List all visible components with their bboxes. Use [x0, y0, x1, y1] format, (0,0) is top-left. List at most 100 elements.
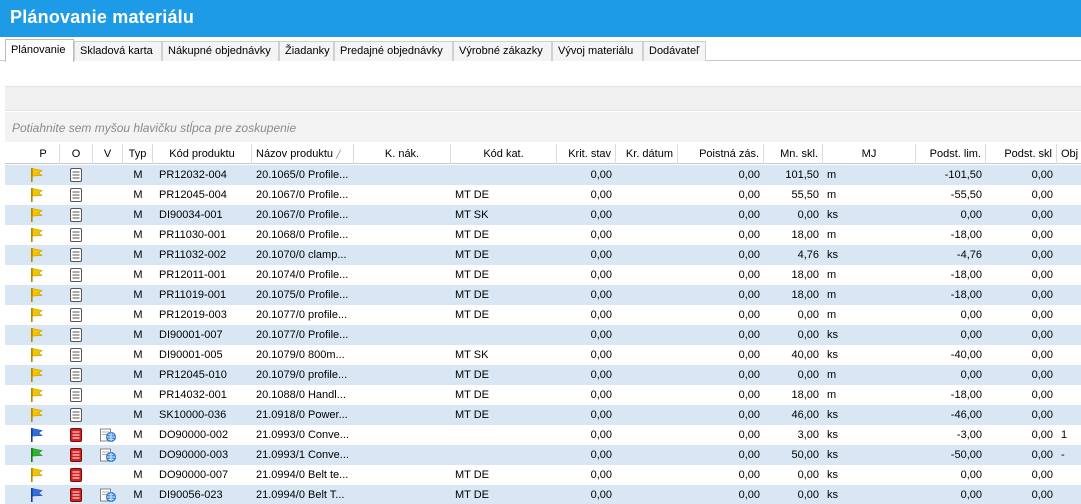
table-row[interactable]: M DO90000-003 21.0993/1 Conve... 0,00 0,00 50…: [5, 445, 1081, 465]
document-icon[interactable]: [68, 247, 84, 265]
red-document-icon[interactable]: [68, 447, 84, 465]
cell-o[interactable]: [60, 265, 93, 285]
table-row[interactable]: M PR11032-002 20.1070/0 clamp... MT DE 0,00 0…: [5, 245, 1081, 265]
cell-o[interactable]: [60, 245, 93, 265]
table-row[interactable]: M PR14032-001 20.1088/0 Handl... MT DE 0,00 0…: [5, 385, 1081, 405]
column-header-podlim[interactable]: Podst. lim.: [916, 144, 986, 164]
tab-dodavatel[interactable]: Dodávateľ: [643, 41, 706, 61]
globe-icon[interactable]: [99, 427, 117, 445]
yellow-flag-icon[interactable]: [28, 187, 44, 205]
globe-icon[interactable]: [99, 447, 117, 465]
cell-p[interactable]: [27, 205, 60, 225]
cell-v[interactable]: [93, 165, 123, 185]
cell-p[interactable]: [27, 385, 60, 405]
document-icon[interactable]: [68, 387, 84, 405]
yellow-flag-icon[interactable]: [28, 467, 44, 485]
cell-p[interactable]: [27, 345, 60, 365]
cell-o[interactable]: [60, 365, 93, 385]
cell-v[interactable]: [93, 345, 123, 365]
tab-skladova-karta[interactable]: Skladová karta: [74, 41, 162, 61]
yellow-flag-icon[interactable]: [28, 207, 44, 225]
table-row[interactable]: M PR12045-010 20.1079/0 profile... MT DE 0,0…: [5, 365, 1081, 385]
cell-p[interactable]: [27, 425, 60, 445]
column-header-v[interactable]: V: [93, 144, 123, 164]
cell-p[interactable]: [27, 185, 60, 205]
cell-p[interactable]: [27, 325, 60, 345]
cell-o[interactable]: [60, 325, 93, 345]
yellow-flag-icon[interactable]: [28, 227, 44, 245]
cell-p[interactable]: [27, 445, 60, 465]
cell-p[interactable]: [27, 465, 60, 485]
cell-p[interactable]: [27, 405, 60, 425]
column-header-knak[interactable]: K. nák.: [354, 144, 451, 164]
cell-v[interactable]: [93, 385, 123, 405]
blue-flag-icon[interactable]: [28, 487, 44, 504]
red-document-icon[interactable]: [68, 427, 84, 445]
table-row[interactable]: M SK10000-036 21.0918/0 Power... MT DE 0,00 0…: [5, 405, 1081, 425]
document-icon[interactable]: [68, 167, 84, 185]
cell-p[interactable]: [27, 365, 60, 385]
column-header-krit[interactable]: Krit. stav: [557, 144, 616, 164]
table-row[interactable]: M DO90000-007 21.0994/0 Belt te... MT DE 0,0…: [5, 465, 1081, 485]
column-header-mnskl[interactable]: Mn. skl.: [764, 144, 823, 164]
cell-p[interactable]: [27, 165, 60, 185]
cell-v[interactable]: [93, 265, 123, 285]
cell-o[interactable]: [60, 405, 93, 425]
cell-v[interactable]: [93, 185, 123, 205]
column-header-typ[interactable]: Typ: [123, 144, 153, 164]
column-header-kodkat[interactable]: Kód kat.: [451, 144, 557, 164]
yellow-flag-icon[interactable]: [28, 307, 44, 325]
table-row[interactable]: M PR11019-001 20.1075/0 Profile... MT DE 0,0…: [5, 285, 1081, 305]
group-by-area[interactable]: Potiahnite sem myšou hlavičku stĺpca pre…: [5, 112, 1081, 142]
cell-o[interactable]: [60, 485, 93, 504]
cell-o[interactable]: [60, 445, 93, 465]
document-icon[interactable]: [68, 227, 84, 245]
table-row[interactable]: M PR11030-001 20.1068/0 Profile... MT DE 0,0…: [5, 225, 1081, 245]
table-row[interactable]: M DI90001-005 20.1079/0 800m... MT SK 0,00 0,…: [5, 345, 1081, 365]
document-icon[interactable]: [68, 367, 84, 385]
cell-p[interactable]: [27, 245, 60, 265]
column-header-mj[interactable]: MJ: [823, 144, 916, 164]
table-row[interactable]: M PR12019-003 20.1077/0 profile... MT DE 0,0…: [5, 305, 1081, 325]
cell-o[interactable]: [60, 465, 93, 485]
cell-v[interactable]: [93, 205, 123, 225]
blue-flag-icon[interactable]: [28, 427, 44, 445]
cell-o[interactable]: [60, 385, 93, 405]
cell-p[interactable]: [27, 305, 60, 325]
document-icon[interactable]: [68, 347, 84, 365]
column-header-p[interactable]: P: [27, 144, 60, 164]
column-header-podskl[interactable]: Podst. skl: [986, 144, 1057, 164]
yellow-flag-icon[interactable]: [28, 167, 44, 185]
cell-p[interactable]: [27, 285, 60, 305]
cell-o[interactable]: [60, 285, 93, 305]
cell-o[interactable]: [60, 225, 93, 245]
document-icon[interactable]: [68, 407, 84, 425]
tab-predajne-objednavky[interactable]: Predajné objednávky: [334, 41, 453, 61]
red-document-icon[interactable]: [68, 487, 84, 504]
column-header-nazov[interactable]: Názov produktu ╱: [252, 144, 354, 164]
tab-planovanie[interactable]: Plánovanie: [5, 39, 74, 62]
cell-o[interactable]: [60, 345, 93, 365]
tab-vyvoj-materialu[interactable]: Vývoj materiálu: [552, 41, 643, 61]
column-header-krdat[interactable]: Kr. dátum: [616, 144, 678, 164]
column-header-kod[interactable]: Kód produktu: [153, 144, 252, 164]
table-row[interactable]: M DO90000-002 21.0993/0 Conve... 0,00 0,00 3,…: [5, 425, 1081, 445]
table-row[interactable]: M DI90034-001 20.1067/0 Profile... MT SK 0,0…: [5, 205, 1081, 225]
document-icon[interactable]: [68, 287, 84, 305]
tab-vyrobne-zakazky[interactable]: Výrobné zákazky: [453, 41, 552, 61]
yellow-flag-icon[interactable]: [28, 347, 44, 365]
cell-o[interactable]: [60, 305, 93, 325]
column-header-poist[interactable]: Poistná zás.: [678, 144, 764, 164]
cell-v[interactable]: [93, 225, 123, 245]
document-icon[interactable]: [68, 327, 84, 345]
yellow-flag-icon[interactable]: [28, 327, 44, 345]
cell-v[interactable]: [93, 485, 123, 504]
yellow-flag-icon[interactable]: [28, 407, 44, 425]
cell-o[interactable]: [60, 165, 93, 185]
cell-v[interactable]: [93, 405, 123, 425]
table-row[interactable]: M DI90056-023 21.0994/0 Belt T... MT DE 0,00…: [5, 485, 1081, 504]
document-icon[interactable]: [68, 307, 84, 325]
cell-v[interactable]: [93, 245, 123, 265]
cell-v[interactable]: [93, 445, 123, 465]
table-row[interactable]: M PR12032-004 20.1065/0 Profile... 0,00 0,00…: [5, 165, 1081, 185]
